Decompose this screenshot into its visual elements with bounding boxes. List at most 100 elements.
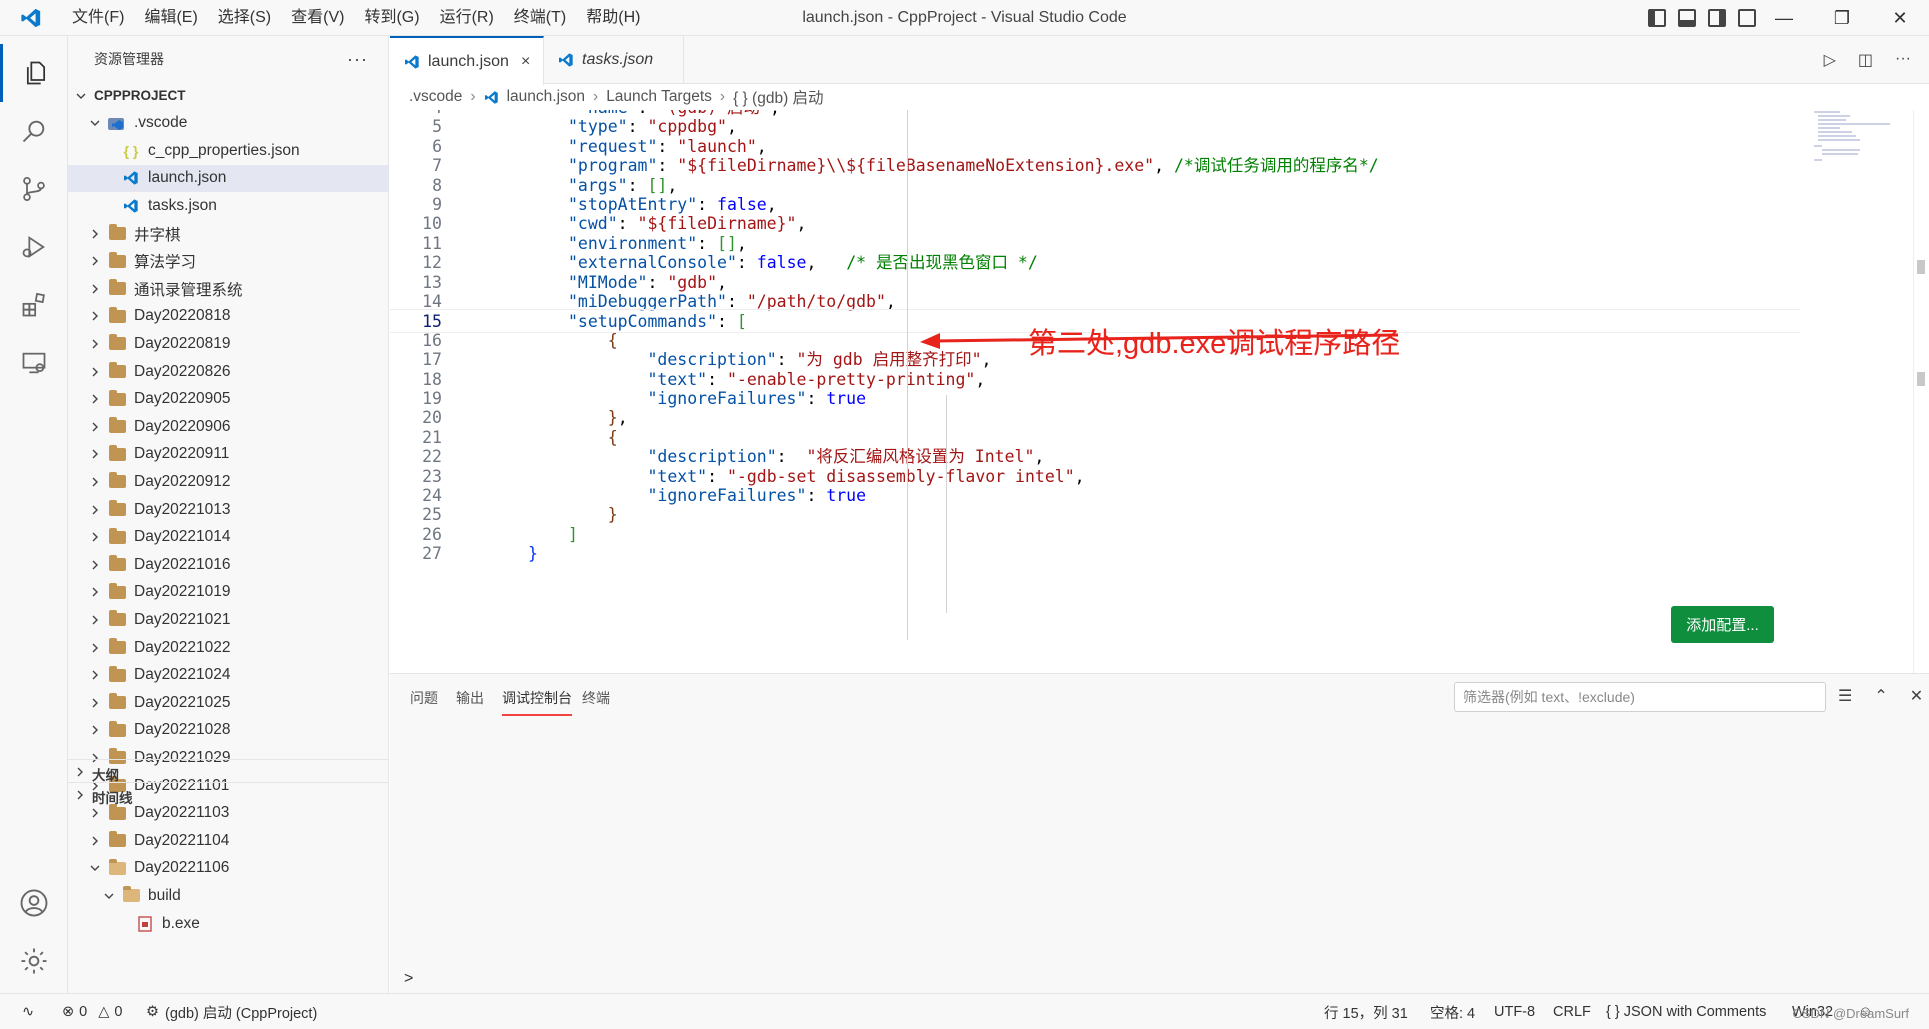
cursor-position[interactable]: 行 15，列 31 [1324, 994, 1408, 1029]
source-control-icon[interactable] [0, 160, 68, 218]
folder-build[interactable]: build [68, 882, 388, 909]
token: true [826, 486, 867, 505]
indentation[interactable]: 空格: 4 [1430, 994, 1475, 1029]
chevron-right-icon [74, 766, 86, 781]
folder-item[interactable]: 通讯录管理系统 [68, 275, 388, 302]
status-bar: ∿ ⊗ 0 △ 0 ⚙ (gdb) 启动 (CppProject) 行 15，列… [0, 993, 1929, 1029]
menu-item[interactable]: 终端(T) [504, 0, 576, 36]
folder-icon [108, 362, 126, 380]
file-tasks-json[interactable]: tasks.json [68, 192, 388, 219]
toggle-panel-icon[interactable] [1678, 9, 1696, 27]
menu-item[interactable]: 查看(V) [281, 0, 354, 36]
menu-item[interactable]: 编辑(E) [134, 0, 207, 36]
file-c-cpp-properties[interactable]: { } c_cpp_properties.json [68, 137, 388, 164]
run-debug-icon[interactable] [0, 218, 68, 276]
more-editor-actions-icon[interactable]: ··· [1895, 50, 1911, 70]
tab-tasks-json[interactable]: tasks.json [544, 36, 684, 84]
customize-layout-icon[interactable] [1738, 9, 1756, 27]
account-icon[interactable] [0, 874, 68, 932]
vscode-file-icon [122, 170, 140, 186]
folder-item[interactable]: Day20220911 [68, 441, 388, 468]
folder-item[interactable]: Day20220818 [68, 303, 388, 330]
folder-day20221106[interactable]: Day20221106 [68, 855, 388, 882]
folder-item[interactable]: Day20221104 [68, 827, 388, 854]
project-root[interactable]: CPPPROJECT [68, 82, 388, 109]
tree-item-label: Day20220826 [134, 362, 231, 380]
folder-item[interactable]: 井字棋 [68, 220, 388, 247]
debug-status[interactable]: ⚙ (gdb) 启动 (CppProject) [146, 994, 317, 1029]
encoding[interactable]: UTF-8 [1494, 994, 1535, 1029]
toggle-primary-sidebar-icon[interactable] [1648, 9, 1666, 27]
panel-tab[interactable]: 终端 [582, 688, 610, 716]
chevron-right-icon [88, 585, 102, 599]
console-prompt[interactable]: > [404, 970, 413, 988]
folder-item[interactable]: Day20220912 [68, 468, 388, 495]
code-editor[interactable]: 4"name": "(gdb) 启动",5"type": "cppdbg",6"… [390, 110, 1929, 673]
token: "description" [647, 447, 777, 467]
minimap[interactable] [1800, 110, 1900, 170]
folder-item[interactable]: Day20220906 [68, 413, 388, 440]
close-panel-icon[interactable]: ✕ [1910, 686, 1923, 706]
folder-item[interactable]: Day20221021 [68, 606, 388, 633]
folder-item[interactable]: Day20221019 [68, 579, 388, 606]
folder-item[interactable]: Day20221014 [68, 524, 388, 551]
section-timeline[interactable]: 时间线 [68, 782, 388, 810]
remote-icon[interactable]: ∿ [22, 994, 34, 1029]
folder-item[interactable]: Day20220819 [68, 330, 388, 357]
folder-item[interactable]: Day20221022 [68, 634, 388, 661]
folder-icon [108, 665, 126, 683]
menu-item[interactable]: 选择(S) [208, 0, 281, 36]
more-actions-icon[interactable]: ··· [347, 36, 368, 82]
folder-open-icon [108, 858, 126, 876]
restore-icon[interactable]: ❐ [1813, 0, 1871, 36]
token: { [607, 330, 618, 350]
folder-item[interactable]: Day20221025 [68, 689, 388, 716]
panel-tab[interactable]: 问题 [410, 688, 438, 716]
search-icon[interactable] [0, 102, 68, 160]
explorer-icon[interactable] [0, 44, 68, 102]
folder-vscode[interactable]: .vscode [68, 110, 388, 137]
folder-item[interactable]: Day20221013 [68, 496, 388, 523]
line-ending[interactable]: CRLF [1553, 994, 1591, 1029]
extensions-icon[interactable] [0, 276, 68, 334]
breadcrumb-launch-targets[interactable]: Launch Targets [606, 88, 712, 106]
annotation-text: 第二处,gdb.exe调试程序路径 [1028, 328, 1401, 360]
menu-item[interactable]: 帮助(H) [576, 0, 650, 36]
token: : [697, 195, 718, 214]
maximize-panel-icon[interactable]: ⌃ [1874, 686, 1887, 706]
folder-item[interactable]: Day20221024 [68, 662, 388, 689]
tab-launch-json[interactable]: launch.json × [390, 36, 544, 85]
run-icon[interactable]: ▷ [1824, 50, 1836, 70]
menu-item[interactable]: 运行(R) [430, 0, 504, 36]
language-mode[interactable]: { } JSON with Comments [1606, 994, 1766, 1029]
folder-icon [108, 389, 126, 407]
close-window-icon[interactable]: ✕ [1871, 0, 1929, 36]
add-configuration-button[interactable]: 添加配置... [1671, 606, 1774, 643]
folder-item[interactable]: Day20220905 [68, 386, 388, 413]
folder-item[interactable]: Day20220826 [68, 358, 388, 385]
menu-item[interactable]: 文件(F) [62, 0, 134, 36]
code-line[interactable]: 27} [390, 542, 1800, 566]
panel-tab[interactable]: 输出 [456, 688, 484, 716]
breadcrumb-gdb-launch[interactable]: { } (gdb) 启动 [733, 86, 823, 108]
file-b-exe[interactable]: b.exe [68, 910, 388, 937]
settings-gear-icon[interactable] [0, 932, 68, 990]
breadcrumb-launch-json[interactable]: launch.json [507, 88, 585, 106]
editor-scrollbar[interactable] [1913, 110, 1929, 673]
clear-console-icon[interactable]: ☰ [1838, 686, 1852, 706]
breadcrumb-vscode[interactable]: .vscode [409, 88, 462, 106]
console-filter-input[interactable]: 筛选器(例如 text、!exclude) [1454, 682, 1826, 712]
split-editor-icon[interactable]: ◫ [1858, 50, 1873, 70]
folder-item[interactable]: Day20221016 [68, 551, 388, 578]
menu-item[interactable]: 转到(G) [354, 0, 429, 36]
panel-tab[interactable]: 调试控制台 [502, 688, 572, 716]
minimize-icon[interactable]: — [1755, 0, 1813, 36]
token: "launch" [677, 136, 757, 156]
problems-status[interactable]: ⊗ 0 △ 0 [62, 994, 122, 1029]
remote-explorer-icon[interactable] [0, 334, 68, 392]
toggle-secondary-sidebar-icon[interactable] [1708, 9, 1726, 27]
file-launch-json[interactable]: launch.json [68, 164, 388, 192]
folder-item[interactable]: 算法学习 [68, 248, 388, 275]
close-tab-icon[interactable]: × [521, 53, 530, 71]
folder-item[interactable]: Day20221028 [68, 717, 388, 744]
